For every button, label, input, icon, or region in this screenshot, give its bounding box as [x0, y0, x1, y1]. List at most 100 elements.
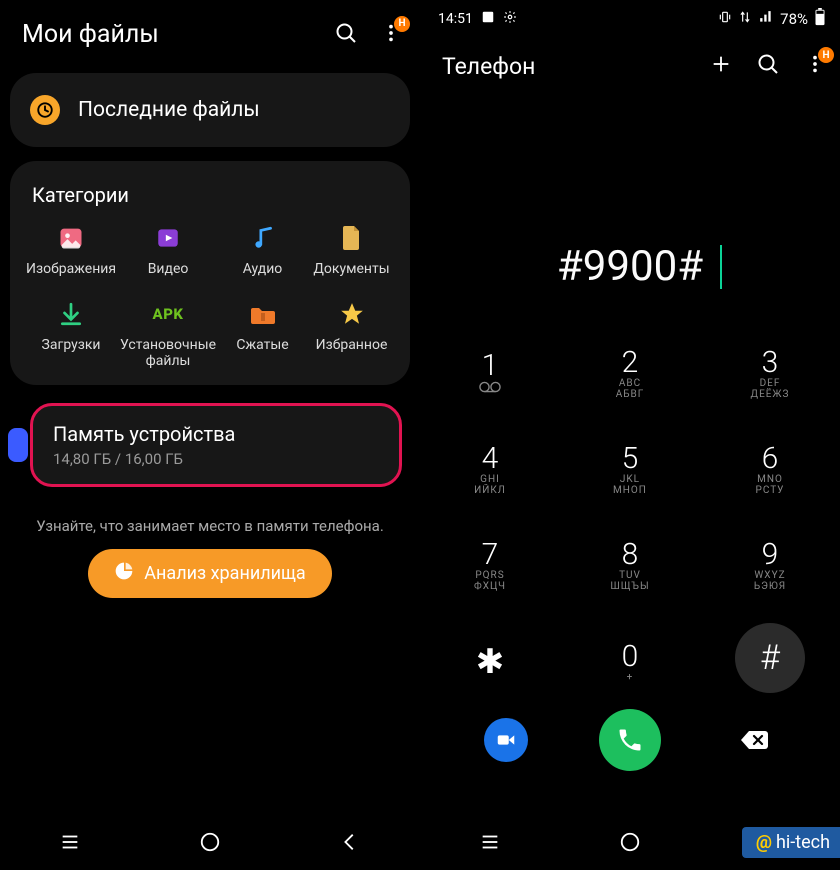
key-8[interactable]: 8TUVШЩЪЫ — [560, 527, 700, 605]
search-icon[interactable] — [756, 52, 780, 80]
notification-badge: Н — [394, 16, 410, 32]
key-7[interactable]: 7PQRSФХЦЧ — [420, 527, 560, 605]
storage-indicator — [8, 428, 28, 462]
device-storage-card[interactable]: Память устройства 14,80 ГБ / 16,00 ГБ — [30, 403, 402, 487]
key-letters: MNOРСТУ — [756, 474, 785, 496]
keypad: 12ABCАБВГ3DEFДЕЁЖЗ4GHIИЙКЛ5JKLМНОП6MNOРС… — [420, 335, 840, 701]
fav-icon — [337, 299, 367, 329]
key-6[interactable]: 6MNOРСТУ — [700, 431, 840, 509]
key-2[interactable]: 2ABCАБВГ — [560, 335, 700, 413]
key-hash[interactable]: # — [735, 623, 805, 693]
more-menu[interactable]: Н — [804, 53, 826, 79]
dialed-number: #9900# — [557, 242, 703, 291]
category-label: Установочные файлы — [120, 337, 216, 369]
dialer-title: Телефон — [442, 53, 535, 80]
key-digit: 9 — [762, 540, 779, 570]
storage-subtitle: 14,80 ГБ / 16,00 ГБ — [53, 450, 379, 468]
key-letters: ABCАБВГ — [616, 378, 645, 400]
key-4[interactable]: 4GHIИЙКЛ — [420, 431, 560, 509]
files-app-screen: Мои файлы Н Последние файлы Категории Из… — [0, 0, 420, 870]
search-icon[interactable] — [334, 21, 358, 49]
key-1[interactable]: 1 — [420, 335, 560, 413]
video-call-button[interactable] — [484, 718, 528, 762]
add-icon[interactable] — [710, 53, 732, 79]
call-button[interactable] — [599, 709, 661, 771]
key-letters: JKLМНОП — [613, 474, 647, 496]
vibrate-icon — [718, 10, 732, 28]
key-letters: PQRSФХЦЧ — [474, 570, 506, 592]
key-star[interactable]: ✱ — [420, 623, 560, 701]
signal-icon — [758, 10, 774, 28]
key-digit: 1 — [482, 351, 499, 381]
key-5[interactable]: 5JKLМНОП — [560, 431, 700, 509]
recents-nav-icon[interactable] — [59, 831, 81, 853]
category-images[interactable]: Изображения — [26, 223, 116, 277]
category-apk[interactable]: APK Установочные файлы — [120, 299, 216, 369]
battery-text: 78% — [780, 10, 808, 28]
dialer-header-actions: Н — [710, 52, 826, 80]
battery-icon — [814, 8, 826, 30]
key-digit: 2 — [622, 348, 639, 378]
recent-files-card[interactable]: Последние файлы — [10, 73, 410, 147]
category-video[interactable]: Видео — [120, 223, 216, 277]
key-digit: 6 — [762, 444, 779, 474]
analyze-storage-button[interactable]: Анализ хранилища — [88, 549, 331, 598]
recent-files-label: Последние файлы — [78, 98, 260, 122]
categories-title: Категории — [32, 183, 390, 207]
images-icon — [56, 223, 86, 253]
key-digit: 0 — [622, 642, 639, 672]
key-digit: # — [760, 641, 780, 675]
downloads-icon — [56, 299, 86, 329]
category-archives[interactable]: Сжатые — [220, 299, 305, 369]
category-label: Аудио — [243, 261, 283, 277]
nav-bar-left — [0, 814, 420, 870]
category-downloads[interactable]: Загрузки — [26, 299, 116, 369]
storage-section: Память устройства 14,80 ГБ / 16,00 ГБ — [0, 403, 420, 487]
key-letters: GHIИЙКЛ — [474, 474, 506, 496]
key-letters: + — [627, 672, 634, 683]
watermark-text: hi-tech — [776, 832, 830, 853]
dialer-action-row — [420, 709, 840, 771]
recents-nav-icon[interactable] — [479, 831, 501, 853]
backspace-button[interactable] — [732, 728, 776, 752]
category-fav[interactable]: Избранное — [309, 299, 394, 369]
key-0[interactable]: 0+ — [560, 623, 700, 701]
more-icon — [804, 60, 826, 79]
category-label: Избранное — [316, 337, 388, 353]
video-icon — [153, 223, 183, 253]
key-letters: WXYZЬЭЮЯ — [754, 570, 786, 592]
key-9[interactable]: 9WXYZЬЭЮЯ — [700, 527, 840, 605]
category-label: Видео — [148, 261, 189, 277]
categories-card: Категории Изображения Видео Аудио Документы… — [10, 161, 410, 385]
category-docs[interactable]: Документы — [309, 223, 394, 277]
key-digit: 5 — [622, 444, 639, 474]
key-letters: TUVШЩЪЫ — [610, 570, 649, 592]
voicemail-icon — [479, 381, 501, 397]
pie-chart-icon — [114, 561, 134, 586]
audio-icon — [248, 223, 278, 253]
back-nav-icon[interactable] — [339, 831, 361, 853]
dial-display: #9900# — [420, 242, 840, 291]
watermark-at: @ — [756, 832, 772, 853]
key-digit: 3 — [762, 348, 779, 378]
category-label: Загрузки — [42, 337, 101, 353]
key-digit: 4 — [482, 444, 499, 474]
more-menu[interactable]: Н — [380, 22, 402, 48]
clock-icon — [30, 95, 60, 125]
data-icon — [738, 10, 752, 28]
status-right: 78% — [718, 8, 826, 30]
storage-title: Память устройства — [53, 422, 379, 446]
phone-dialer-screen: 14:51 78% Телефон — [420, 0, 840, 870]
status-bar: 14:51 78% — [420, 0, 840, 34]
home-nav-icon[interactable] — [199, 831, 221, 853]
text-cursor — [720, 245, 722, 289]
key-letters: DEFДЕЁЖЗ — [751, 378, 790, 400]
apk-icon: APK — [153, 299, 183, 329]
settings-status-icon — [503, 10, 517, 28]
dialer-header: Телефон Н — [420, 34, 840, 92]
analyze-label: Анализ хранилища — [144, 563, 305, 584]
category-label: Документы — [313, 261, 389, 277]
key-3[interactable]: 3DEFДЕЁЖЗ — [700, 335, 840, 413]
home-nav-icon[interactable] — [619, 831, 641, 853]
category-audio[interactable]: Аудио — [220, 223, 305, 277]
